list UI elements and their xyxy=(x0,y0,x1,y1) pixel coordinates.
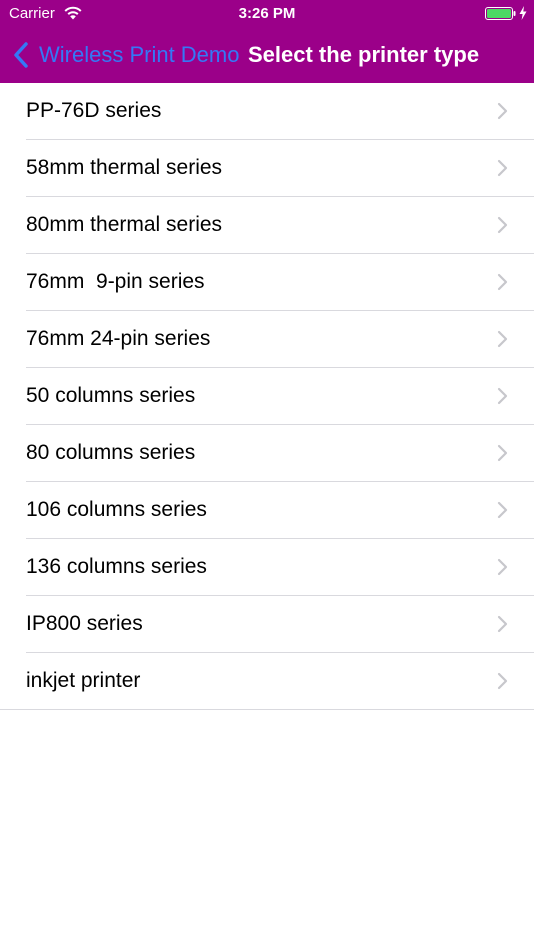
chevron-right-icon xyxy=(497,615,508,633)
chevron-right-icon xyxy=(497,330,508,348)
back-button-label: Wireless Print Demo xyxy=(39,42,240,67)
list-item-136-columns[interactable]: 136 columns series xyxy=(0,539,534,596)
chevron-right-icon xyxy=(497,273,508,291)
list-item-inkjet[interactable]: inkjet printer xyxy=(0,653,534,710)
chevron-right-icon xyxy=(497,159,508,177)
list-item-label: 76mm 24-pin series xyxy=(26,327,211,350)
list-item-label: 80mm thermal series xyxy=(26,213,223,236)
top-bar: Carrier 3:26 PM Wireless Print Demo Sele… xyxy=(0,0,534,83)
chevron-right-icon xyxy=(497,672,508,690)
list-item-58mm-thermal[interactable]: 58mm thermal series xyxy=(0,140,534,197)
list-item-label: 76mm 9-pin series xyxy=(26,270,205,293)
list-item-76mm-24-pin[interactable]: 76mm 24-pin series xyxy=(0,311,534,368)
page-title: Select the printer type xyxy=(248,42,480,67)
printer-type-list: PP-76D series 58mm thermal series 80mm t… xyxy=(0,83,534,710)
chevron-right-icon xyxy=(497,387,508,405)
list-item-76mm-9-pin[interactable]: 76mm 9-pin series xyxy=(0,254,534,311)
list-item-label: PP-76D series xyxy=(26,99,162,122)
status-time: 3:26 PM xyxy=(238,5,296,22)
chevron-left-icon xyxy=(14,42,28,68)
list-item-ip800[interactable]: IP800 series xyxy=(0,596,534,653)
chevron-right-icon xyxy=(497,501,508,519)
list-item-label: 58mm thermal series xyxy=(26,156,223,179)
list-item-pp-76d[interactable]: PP-76D series xyxy=(0,83,534,140)
list-item-label: IP800 series xyxy=(26,612,143,635)
list-item-106-columns[interactable]: 106 columns series xyxy=(0,482,534,539)
battery-icon xyxy=(485,7,516,20)
list-item-label: inkjet printer xyxy=(26,669,141,692)
status-bar: Carrier 3:26 PM xyxy=(0,0,534,28)
chevron-right-icon xyxy=(497,444,508,462)
navigation-bar: Wireless Print Demo Select the printer t… xyxy=(0,28,534,83)
list-item-50-columns[interactable]: 50 columns series xyxy=(0,368,534,425)
chevron-right-icon xyxy=(497,216,508,234)
list-item-label: 106 columns series xyxy=(26,498,207,521)
list-item-label: 80 columns series xyxy=(26,441,196,464)
back-button[interactable]: Wireless Print Demo xyxy=(12,38,239,72)
charging-bolt-icon xyxy=(519,6,527,20)
list-item-label: 136 columns series xyxy=(26,555,207,578)
list-item-label: 50 columns series xyxy=(26,384,196,407)
list-item-80mm-thermal[interactable]: 80mm thermal series xyxy=(0,197,534,254)
chevron-right-icon xyxy=(497,102,508,120)
chevron-right-icon xyxy=(497,558,508,576)
list-item-80-columns[interactable]: 80 columns series xyxy=(0,425,534,482)
